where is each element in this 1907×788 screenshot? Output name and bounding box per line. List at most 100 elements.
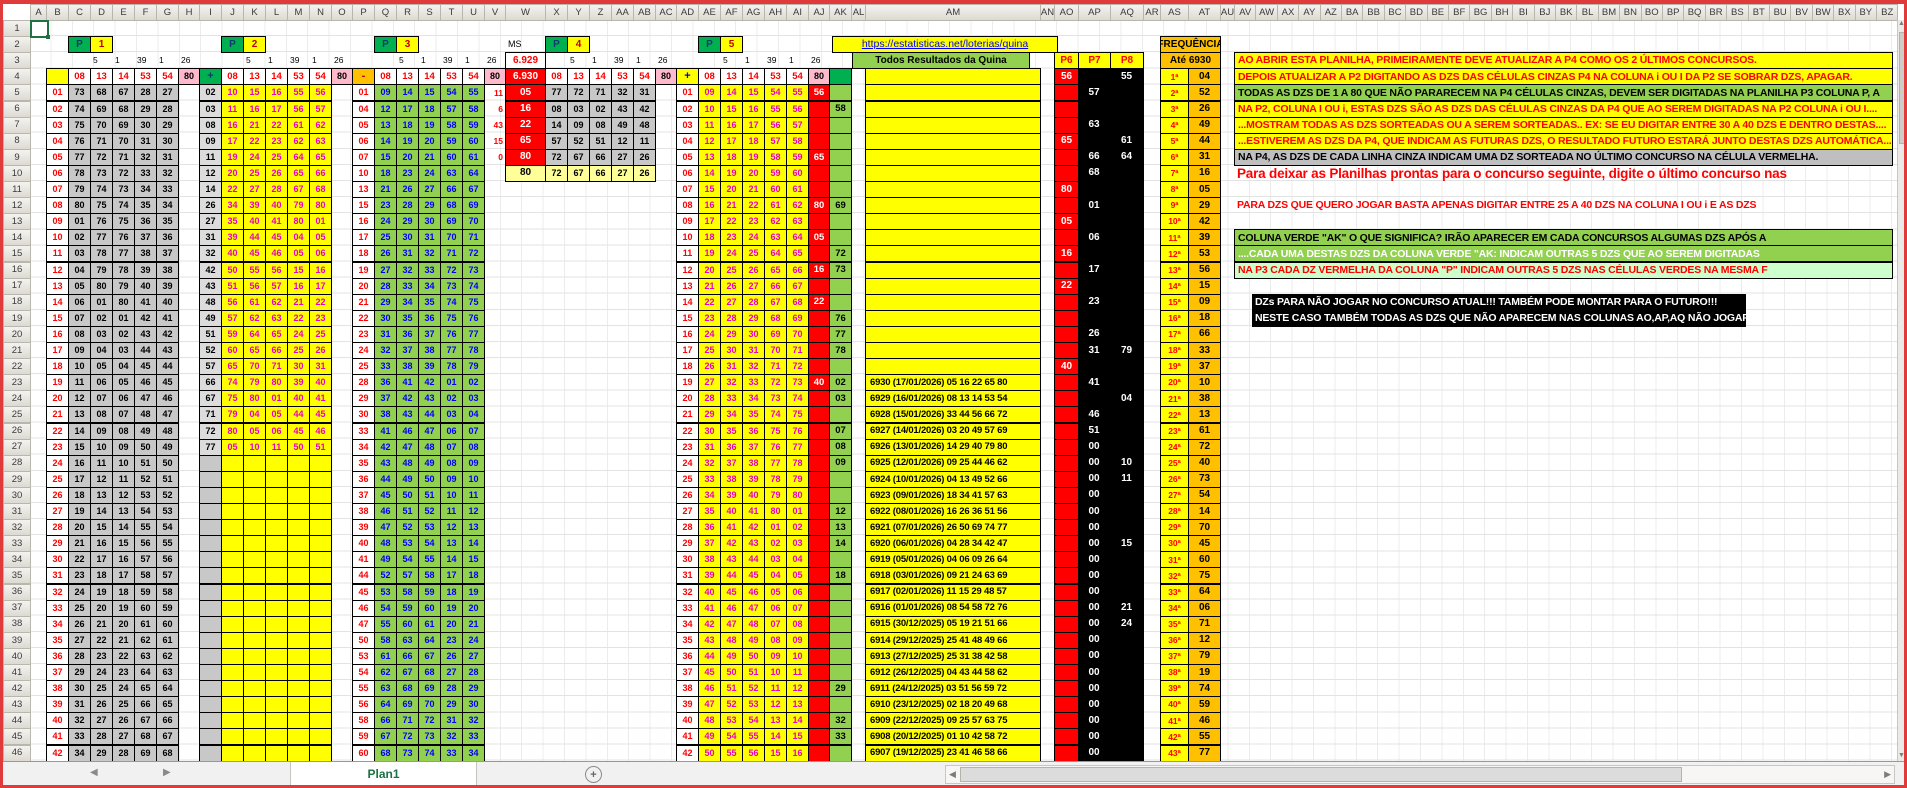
p5-cell[interactable]: 45	[698, 664, 721, 681]
p3-cell[interactable]: 15	[374, 149, 397, 166]
p1-index[interactable]: 34	[46, 616, 69, 633]
p2-cell[interactable]: 41	[265, 213, 288, 230]
p2-cell[interactable]: 67	[287, 181, 310, 198]
p2-cell[interactable]: 34	[221, 197, 244, 214]
result-row[interactable]: 6917 (02/01/2026) 11 15 29 48 57	[865, 584, 1041, 601]
freq-value[interactable]: 26	[1188, 101, 1221, 118]
p3-cell[interactable]: 74	[462, 278, 485, 295]
column-header-AR[interactable]: AR	[1143, 4, 1161, 21]
p6-cell[interactable]	[1054, 342, 1079, 359]
p2-index[interactable]: 48	[199, 294, 222, 311]
p2-index-empty[interactable]	[199, 664, 222, 681]
row-header-27[interactable]: 27	[3, 439, 31, 456]
p3-cell[interactable]: 71	[396, 712, 419, 729]
freq-rank[interactable]: 35ª	[1160, 616, 1189, 633]
p3-cell[interactable]: 50	[418, 471, 441, 488]
freq-rank[interactable]: 22ª	[1160, 406, 1189, 423]
p5-cell[interactable]: 24	[698, 326, 721, 343]
row-header-24[interactable]: 24	[3, 390, 31, 407]
p7-cell[interactable]: 00	[1078, 696, 1110, 713]
freq-value[interactable]: 18	[1188, 310, 1221, 327]
p5-cell[interactable]: 30	[720, 342, 743, 359]
p5-cell[interactable]: 24	[720, 245, 743, 262]
horizontal-scroll-thumb[interactable]	[960, 767, 1682, 782]
p3-cell[interactable]: 49	[418, 455, 441, 472]
p5-red-flag[interactable]	[808, 101, 830, 118]
tab-scroll-left-icon[interactable]: ◀	[90, 767, 98, 778]
p3-cell[interactable]: 31	[396, 245, 419, 262]
p1-cell[interactable]: 05	[68, 278, 91, 295]
p5-cell[interactable]: 09	[698, 84, 721, 101]
p2-index-empty[interactable]	[199, 567, 222, 584]
p1-cell[interactable]: 52	[156, 487, 179, 504]
p1-cell[interactable]: 29	[134, 101, 157, 118]
p2-cell-empty[interactable]	[265, 728, 288, 745]
column-header-F[interactable]: F	[134, 4, 157, 21]
freq-value[interactable]: 33	[1188, 342, 1221, 359]
p3-index[interactable]: 58	[352, 712, 375, 729]
p3-cell[interactable]: 23	[374, 197, 397, 214]
p3-index[interactable]: 05	[352, 117, 375, 134]
p4-yellow-cell[interactable]: 72	[545, 165, 568, 182]
p3-cell[interactable]: 72	[418, 712, 441, 729]
p3-cell[interactable]: 21	[374, 181, 397, 198]
p3-cell[interactable]: 78	[440, 358, 463, 375]
p5-green-flag[interactable]	[829, 181, 852, 198]
result-row[interactable]: 6909 (22/12/2025) 09 25 57 63 75	[865, 712, 1041, 729]
p2-cell[interactable]: 22	[287, 310, 310, 327]
p1-cell[interactable]: 24	[112, 680, 135, 697]
freq-rank[interactable]: 1ª	[1160, 68, 1189, 85]
p3-cell[interactable]: 29	[396, 213, 419, 230]
p3-cell[interactable]: 27	[462, 648, 485, 665]
add-sheet-button[interactable]: +	[585, 766, 602, 783]
p2-cell-empty[interactable]	[221, 519, 244, 536]
column-header-BY[interactable]: BY	[1855, 4, 1877, 21]
p5-index[interactable]: 11	[676, 245, 699, 262]
p7-cell[interactable]: 00	[1078, 567, 1110, 584]
p1-cell[interactable]: 75	[112, 213, 135, 230]
p3-index[interactable]: 13	[352, 181, 375, 198]
p3-index[interactable]: 36	[352, 471, 375, 488]
p5-cell[interactable]: 25	[698, 342, 721, 359]
p5-cell[interactable]: 23	[742, 213, 765, 230]
p5-red-flag[interactable]	[808, 696, 830, 713]
p2-cell-empty[interactable]	[243, 503, 266, 520]
p2-cell[interactable]: 45	[309, 406, 332, 423]
p5-cell[interactable]: 06	[764, 600, 787, 617]
p2-cell-empty[interactable]	[287, 455, 310, 472]
p5-red-flag[interactable]: 65	[808, 149, 830, 166]
freq-value[interactable]: 19	[1188, 664, 1221, 681]
p3-index[interactable]: 30	[352, 406, 375, 423]
p5-cell[interactable]: 75	[786, 406, 809, 423]
p2-cell[interactable]: 05	[309, 229, 332, 246]
p3-sign[interactable]: -	[352, 68, 375, 85]
p3-cell[interactable]: 52	[374, 567, 397, 584]
p5-index[interactable]: 30	[676, 551, 699, 568]
row-header-45[interactable]: 45	[3, 728, 31, 745]
p1-cell[interactable]: 28	[156, 101, 179, 118]
p3-cell[interactable]: 15	[462, 551, 485, 568]
p6-cell[interactable]	[1054, 745, 1079, 762]
row-header-25[interactable]: 25	[3, 406, 31, 423]
column-header-BZ[interactable]: BZ	[1876, 4, 1898, 21]
p1-cell[interactable]: 36	[134, 213, 157, 230]
result-row[interactable]: 6930 (17/01/2026) 05 16 22 65 80	[865, 374, 1041, 391]
column-header-BO[interactable]: BO	[1641, 4, 1663, 21]
p3-cell[interactable]: 11	[440, 503, 463, 520]
p5-cell[interactable]: 56	[764, 117, 787, 134]
p1-cell[interactable]: 14	[68, 423, 91, 440]
p4-cell[interactable]: 57	[545, 133, 568, 150]
p2-cell[interactable]: 05	[287, 245, 310, 262]
p1-cell[interactable]: 76	[90, 213, 113, 230]
p2-cell[interactable]: 40	[287, 390, 310, 407]
p5-cell[interactable]: 46	[742, 584, 765, 601]
p5-cell[interactable]: 36	[742, 423, 765, 440]
p3-cell[interactable]: 73	[462, 262, 485, 279]
p1-cell[interactable]: 19	[90, 584, 113, 601]
p2-cell[interactable]: 45	[243, 245, 266, 262]
p4-cell[interactable]: 27	[611, 149, 634, 166]
p1-cell[interactable]: 12	[68, 390, 91, 407]
p1-cell[interactable]: 10	[68, 358, 91, 375]
p5-cell[interactable]: 73	[786, 374, 809, 391]
p2-cell-empty[interactable]	[265, 503, 288, 520]
